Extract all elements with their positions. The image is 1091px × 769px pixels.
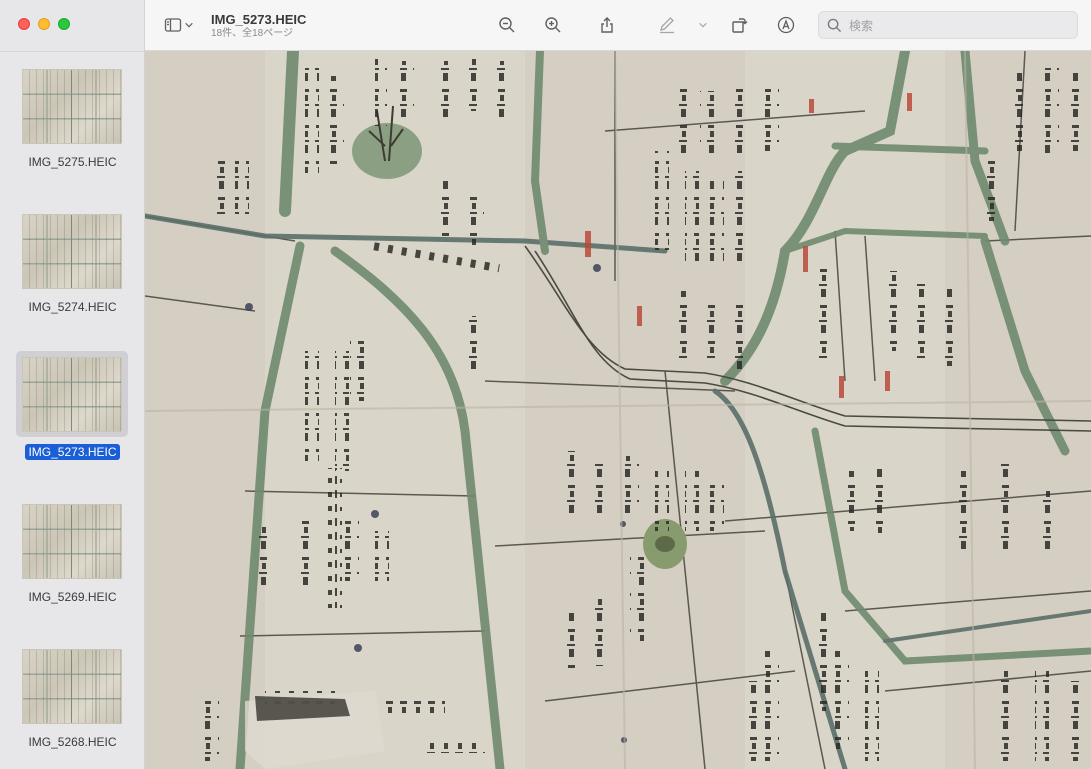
thumbnail-item-selected[interactable]: IMG_5273.HEIC	[0, 345, 145, 475]
toolbar: IMG_5273.HEIC 18件、全18ページ	[145, 0, 1091, 51]
thumbnail-label-text: IMG_5274.HEIC	[28, 300, 117, 314]
preview-window: IMG_5275.HEIC IMG_5274.HEIC IMG_5273.HEI…	[0, 0, 1091, 769]
markup-pen-icon	[660, 17, 674, 34]
minimize-window-button[interactable]	[38, 18, 50, 30]
document-subtitle: 18件、全18ページ	[211, 28, 294, 39]
thumbnail-list: IMG_5275.HEIC IMG_5274.HEIC IMG_5273.HEI…	[0, 52, 145, 769]
sidebar-toggle-icon	[164, 18, 182, 32]
map-image	[145, 51, 1091, 769]
thumbnail-item[interactable]: IMG_5275.HEIC	[0, 55, 145, 185]
thumbnail-image	[22, 357, 122, 432]
chevron-down-icon	[185, 22, 193, 28]
zoom-in-button[interactable]	[541, 13, 565, 37]
thumbnail-frame	[16, 203, 128, 289]
share-icon	[601, 17, 613, 33]
share-button[interactable]	[595, 13, 619, 37]
zoom-out-button[interactable]	[495, 13, 519, 37]
thumbnail-label: IMG_5275.HEIC	[0, 155, 145, 169]
thumbnail-label: IMG_5274.HEIC	[0, 300, 145, 314]
thumbnail-frame	[16, 58, 128, 144]
thumbnail-image	[22, 649, 122, 724]
rotate-button[interactable]	[727, 13, 751, 37]
search-input[interactable]	[847, 16, 1071, 36]
zoom-out-icon	[499, 17, 515, 33]
zoom-in-icon	[545, 17, 561, 33]
sidebar-options-button[interactable]	[182, 13, 196, 37]
close-window-button[interactable]	[18, 18, 30, 30]
thumbnail-image	[22, 214, 122, 289]
thumbnail-label-text: IMG_5268.HEIC	[28, 735, 117, 749]
markup-options-button[interactable]	[696, 13, 710, 37]
search-field[interactable]	[818, 11, 1078, 39]
sidebar: IMG_5275.HEIC IMG_5274.HEIC IMG_5273.HEI…	[0, 0, 145, 769]
thumbnail-label-text: IMG_5273.HEIC	[25, 444, 120, 460]
thumbnail-frame	[16, 493, 128, 579]
thumbnail-label: IMG_5268.HEIC	[0, 735, 145, 749]
zoom-window-button[interactable]	[58, 18, 70, 30]
thumbnail-label-text: IMG_5269.HEIC	[28, 590, 117, 604]
search-icon	[827, 18, 842, 33]
thumbnail-label: IMG_5269.HEIC	[0, 590, 145, 604]
thumbnail-frame	[16, 638, 128, 724]
thumbnail-image	[22, 69, 122, 144]
document-title: IMG_5273.HEIC	[211, 12, 307, 27]
thumbnail-item[interactable]: IMG_5268.HEIC	[0, 635, 145, 765]
thumbnail-frame	[16, 351, 128, 437]
annotate-icon	[777, 16, 795, 34]
thumbnail-item[interactable]: IMG_5274.HEIC	[0, 200, 145, 330]
document-title-area: IMG_5273.HEIC 18件、全18ページ	[211, 12, 306, 40]
rotate-icon	[732, 18, 748, 33]
markup-button[interactable]	[655, 13, 679, 37]
thumbnail-label-text: IMG_5275.HEIC	[28, 155, 117, 169]
thumbnail-item[interactable]: IMG_5269.HEIC	[0, 490, 145, 620]
chevron-down-icon	[699, 22, 707, 28]
thumbnail-image	[22, 504, 122, 579]
window-controls	[18, 18, 70, 30]
image-viewer[interactable]	[145, 51, 1091, 769]
annotate-button[interactable]	[774, 13, 798, 37]
thumbnail-label: IMG_5273.HEIC	[0, 444, 145, 460]
